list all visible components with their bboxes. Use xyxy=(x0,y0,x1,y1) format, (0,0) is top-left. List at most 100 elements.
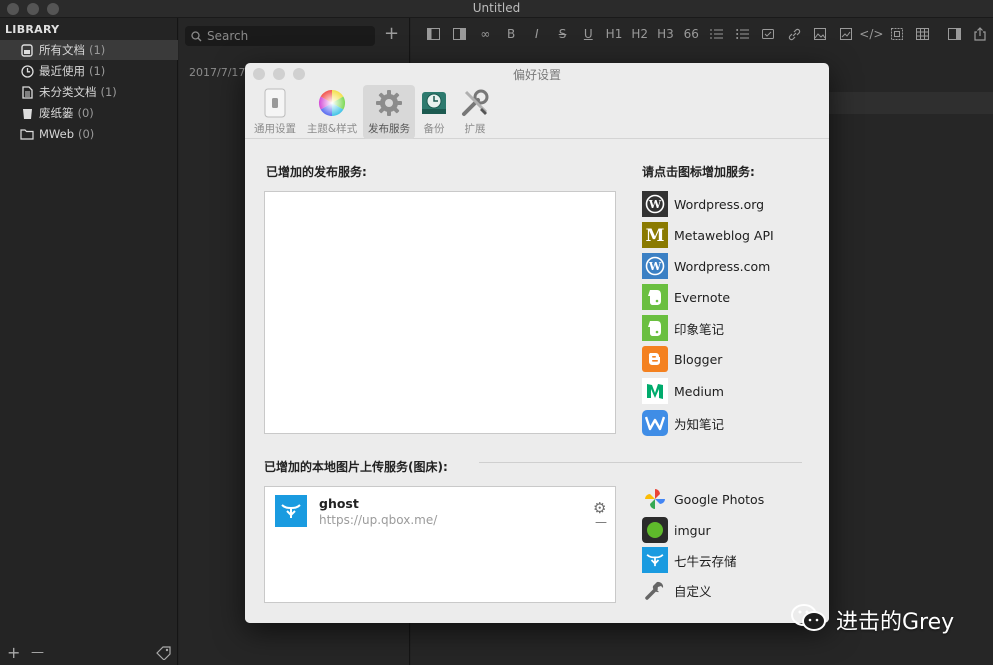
service-name: 七牛云存储 xyxy=(674,553,737,569)
crop-icon[interactable] xyxy=(884,25,910,43)
image-service-imgur[interactable]: imgur xyxy=(642,517,711,543)
published-services-title: 已增加的发布服务: xyxy=(266,165,367,179)
bold-button[interactable]: B xyxy=(498,25,524,43)
watermark-text: 进击的Grey xyxy=(836,610,955,635)
preferences-dialog: 偏好设置 通用设置 主题&样式 发布服务 备份 扩展 已增加的发布服务: 请点击… xyxy=(245,63,829,623)
sidebar-item-label: MWeb xyxy=(39,127,74,141)
tab-label: 主题&样式 xyxy=(306,123,358,135)
wiz-icon xyxy=(642,410,668,436)
italic-button[interactable]: I xyxy=(524,25,550,43)
service-name: imgur xyxy=(674,522,711,538)
preferences-content: 已增加的发布服务: 请点击图标增加服务: W Wordpress.org M M… xyxy=(245,140,829,623)
wordpress-org-icon: W xyxy=(642,191,668,217)
qiniu-icon xyxy=(642,547,668,573)
library-sidebar: LIBRARY 所有文档 (1) 最近使用 (1) 未分类文档 (1) 废纸篓 … xyxy=(0,18,178,665)
medium-icon xyxy=(642,378,668,404)
remove-service-button[interactable]: — xyxy=(595,515,607,529)
unordered-list-icon[interactable] xyxy=(730,25,756,43)
sidebar-item-mweb[interactable]: MWeb (0) xyxy=(0,124,178,144)
share-icon[interactable] xyxy=(967,25,993,43)
preferences-title-bar: 偏好设置 xyxy=(245,63,829,85)
image-services-list[interactable]: ghost https://up.qbox.me/ ⚙ — xyxy=(264,486,616,603)
image-service-google-photos[interactable]: Google Photos xyxy=(642,486,764,512)
heading2-button[interactable]: H2 xyxy=(627,25,653,43)
tab-theme-style[interactable]: 主题&样式 xyxy=(303,85,361,139)
sidebar-item-uncategorized[interactable]: 未分类文档 (1) xyxy=(0,82,178,102)
heading3-button[interactable]: H3 xyxy=(653,25,679,43)
insert-image-icon[interactable] xyxy=(833,25,859,43)
tab-backup[interactable]: 备份 xyxy=(417,85,451,139)
service-name: 为知笔记 xyxy=(674,416,725,432)
tools-icon xyxy=(459,87,491,119)
service-yinxiang[interactable]: 印象笔记 xyxy=(642,315,724,341)
right-panel-icon[interactable] xyxy=(942,25,968,43)
heading1-button[interactable]: H1 xyxy=(601,25,627,43)
new-document-button[interactable]: + xyxy=(384,24,399,44)
blogger-icon xyxy=(642,346,668,372)
document-icon xyxy=(20,85,34,99)
tag-icon[interactable] xyxy=(156,645,172,664)
color-wheel-icon xyxy=(316,87,348,119)
split-view-icon[interactable] xyxy=(447,25,473,43)
editor-toolbar: ∞ B I S U H1 H2 H3 66 </> xyxy=(411,18,993,50)
sidebar-item-recent[interactable]: 最近使用 (1) xyxy=(0,61,178,81)
tab-extensions[interactable]: 扩展 xyxy=(455,85,495,139)
list-item[interactable]: ghost https://up.qbox.me/ ⚙ — xyxy=(275,495,607,531)
strikethrough-button[interactable]: S xyxy=(550,25,576,43)
sidebar-item-label: 废纸篓 xyxy=(39,106,74,120)
app-window: Untitled LIBRARY 所有文档 (1) 最近使用 (1) 未分类文档… xyxy=(0,0,993,665)
watermark: 进击的Grey xyxy=(790,598,990,642)
tab-label: 通用设置 xyxy=(254,123,296,135)
sidebar-item-count: (0) xyxy=(78,127,95,141)
tab-general[interactable]: 通用设置 xyxy=(251,85,299,139)
link-icon[interactable] xyxy=(781,25,807,43)
image-services-title: 已增加的本地图片上传服务(图床): xyxy=(264,460,448,474)
service-evernote[interactable]: Evernote xyxy=(642,284,730,310)
library-header: LIBRARY xyxy=(5,23,60,36)
ordered-list-icon[interactable] xyxy=(704,25,730,43)
service-metaweblog[interactable]: M Metaweblog API xyxy=(642,222,774,248)
published-services-list[interactable] xyxy=(264,191,616,434)
evernote-icon xyxy=(642,284,668,310)
service-name: 印象笔记 xyxy=(674,321,725,337)
table-icon[interactable] xyxy=(910,25,936,43)
folder-icon xyxy=(20,127,34,141)
service-name: Metaweblog API xyxy=(674,227,774,243)
image-service-qiniu[interactable]: 七牛云存储 xyxy=(642,547,737,573)
search-placeholder: Search xyxy=(207,29,249,43)
sidebar-item-trash[interactable]: 废纸篓 (0) xyxy=(0,103,178,123)
sidebar-item-label: 最近使用 xyxy=(39,64,85,78)
sidebar-item-all-docs[interactable]: 所有文档 (1) xyxy=(0,40,178,60)
document-date[interactable]: 2017/7/17 xyxy=(189,66,245,79)
image-icon[interactable] xyxy=(807,25,833,43)
sidebar-toggle-icon[interactable] xyxy=(421,25,447,43)
image-service-custom[interactable]: 自定义 xyxy=(642,577,712,603)
tab-label: 扩展 xyxy=(464,123,486,135)
svg-text:W: W xyxy=(648,260,662,273)
imgur-icon xyxy=(642,517,668,543)
google-photos-icon xyxy=(642,486,668,512)
search-icon xyxy=(191,27,202,46)
remove-library-button[interactable]: — xyxy=(31,645,44,660)
preview-icon[interactable]: ∞ xyxy=(472,25,498,43)
service-name: Evernote xyxy=(674,289,731,305)
search-input[interactable]: Search xyxy=(185,26,375,46)
image-service-name: ghost xyxy=(319,496,359,511)
sidebar-item-label: 未分类文档 xyxy=(39,85,97,99)
service-name: Medium xyxy=(674,383,724,399)
service-wiz[interactable]: 为知笔记 xyxy=(642,410,724,436)
add-library-button[interactable]: + xyxy=(7,643,20,662)
tab-label: 发布服务 xyxy=(368,123,410,135)
task-list-icon[interactable] xyxy=(756,25,782,43)
clock-icon xyxy=(20,64,34,78)
quote-button[interactable]: 66 xyxy=(678,25,704,43)
service-wordpress-org[interactable]: W Wordpress.org xyxy=(642,191,764,217)
service-blogger[interactable]: Blogger xyxy=(642,346,722,372)
underline-button[interactable]: U xyxy=(575,25,601,43)
service-medium[interactable]: Medium xyxy=(642,378,724,404)
tab-label: 备份 xyxy=(423,123,445,135)
service-wordpress-com[interactable]: W Wordpress.com xyxy=(642,253,770,279)
tab-publish-services[interactable]: 发布服务 xyxy=(363,85,415,139)
add-service-title: 请点击图标增加服务: xyxy=(642,165,755,179)
code-icon[interactable]: </> xyxy=(858,25,884,43)
